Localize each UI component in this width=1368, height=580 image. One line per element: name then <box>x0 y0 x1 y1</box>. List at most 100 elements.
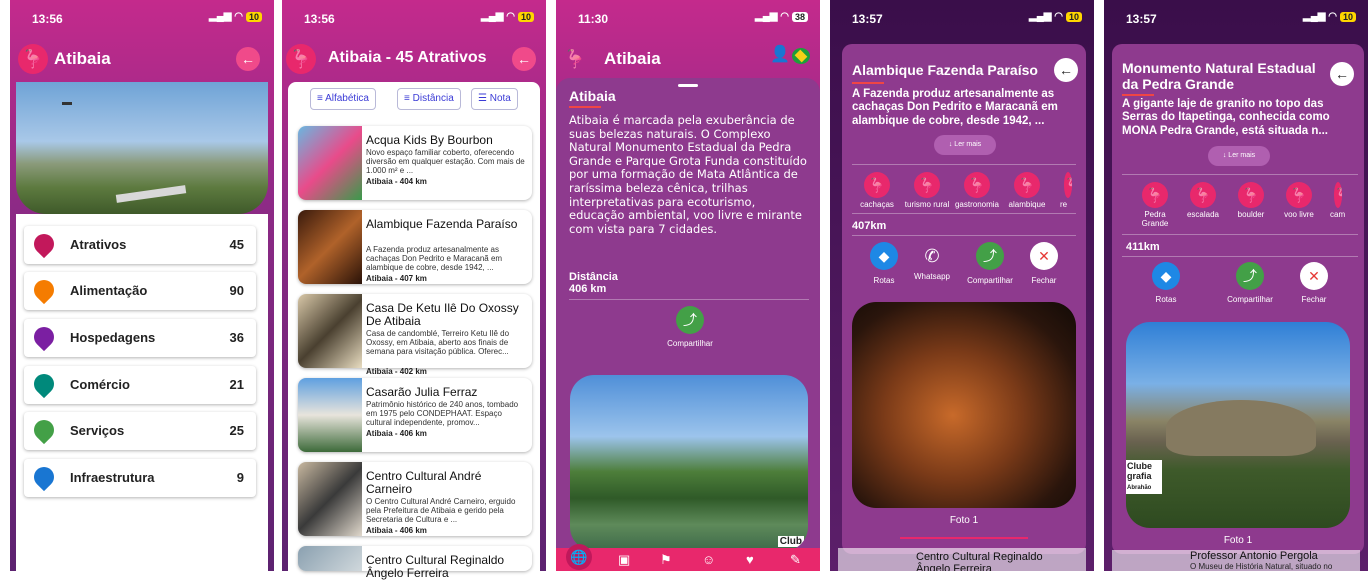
back-button[interactable]: ← <box>512 47 536 71</box>
close-button[interactable]: ✕ <box>1300 262 1328 290</box>
status-bar: 13:57 ▂▄▆ ◠ 10 <box>830 0 1094 34</box>
nav-heart-icon[interactable]: ♥ <box>746 552 754 567</box>
signal-wifi-battery: ▂▄▆ ◠ 10 <box>481 11 534 22</box>
share-button[interactable]: ⤴ <box>676 306 704 334</box>
sort-rating-button[interactable]: ☰ Nota <box>471 88 518 110</box>
category-label: Infraestrutura <box>70 470 155 485</box>
routes-label: Rotas <box>1155 295 1177 304</box>
list-item[interactable]: Acqua Kids By Bourbon Novo espaço famili… <box>298 126 532 200</box>
background-item-title: Professor Antonio Pergola <box>1190 550 1318 562</box>
battery-icon: 38 <box>791 11 808 22</box>
user-icon[interactable]: 👤 <box>770 44 790 64</box>
whatsapp-button[interactable]: ✆ <box>918 242 946 270</box>
flamingo-tag-icon[interactable]: 🦩 <box>1064 172 1072 198</box>
category-comércio[interactable]: Comércio 21 <box>24 366 256 404</box>
tag-label: escalada <box>1186 210 1220 219</box>
phone-screen-attraction-pedra-grande: 13:57 ▂▄▆ ◠ 10 Monumento Natural Estadua… <box>1104 0 1368 571</box>
category-serviços[interactable]: Serviços 25 <box>24 412 256 450</box>
battery-icon: 10 <box>245 11 262 22</box>
sort-alphabetical-button[interactable]: ≡ Alfabética <box>310 88 376 110</box>
routes-button[interactable]: ◆ <box>870 242 898 270</box>
nav-hiking-icon[interactable]: ⚑ <box>660 552 672 568</box>
tag-label: gastronomia <box>954 200 1000 209</box>
brazil-flag-icon[interactable] <box>792 48 810 64</box>
phone-screen-categories: 13:56 ▂▄▆ ◠ 10 🦩 Atibaia ← Atrativos 45 … <box>10 0 274 571</box>
battery-icon: 10 <box>517 11 534 22</box>
detail-heading: Atibaia <box>569 88 616 104</box>
flamingo-tag-icon[interactable]: 🦩 <box>1238 182 1264 208</box>
pedra-grande-photo: Clube grafia Abrahão <box>1126 322 1350 528</box>
item-description: Novo espaço familiar coberto, oferecendo… <box>366 148 525 175</box>
status-time: 11:30 <box>578 12 609 26</box>
phone-screen-attraction-alambique: 13:57 ▂▄▆ ◠ 10 Alambique Fazenda Paraíso… <box>830 0 1094 571</box>
attraction-description: A Fazenda produz artesanalmente as cacha… <box>852 88 1058 127</box>
back-button[interactable]: ← <box>236 47 260 71</box>
item-name: Centro Cultural André Carneiro <box>366 469 482 496</box>
flamingo-tag-icon[interactable]: 🦩 <box>964 172 990 198</box>
alambique-photo <box>852 302 1076 508</box>
share-button[interactable]: ⤴ <box>1236 262 1264 290</box>
item-distance: Atibaia - 406 km <box>366 526 427 535</box>
flamingo-tag-icon[interactable]: 🦩 <box>1142 182 1168 208</box>
lake-photo: Club <box>570 375 808 551</box>
building-icon <box>29 462 59 492</box>
nav-calendar-icon[interactable]: ▣ <box>618 552 630 568</box>
photo-watermark: Clube grafia Abrahão <box>1126 460 1162 494</box>
list-item[interactable]: Casarão Julia Ferraz Patrimônio históric… <box>298 378 532 452</box>
read-more-button[interactable]: ↓ Ler mais <box>934 135 996 155</box>
flamingo-tag-icon[interactable]: 🦩 <box>1190 182 1216 208</box>
list-item[interactable]: Casa De Ketu Ilê Do Oxossy De Atibaia Ca… <box>298 294 532 376</box>
category-infraestrutura[interactable]: Infraestrutura 9 <box>24 459 256 497</box>
nav-globe-icon[interactable]: 🌐 <box>566 544 592 570</box>
flamingo-tag-icon[interactable]: 🦩 <box>1014 172 1040 198</box>
item-thumbnail <box>298 210 362 284</box>
category-atrativos[interactable]: Atrativos 45 <box>24 226 256 264</box>
close-label: Fechar <box>1031 276 1057 285</box>
read-more-button[interactable]: ↓ Ler mais <box>1208 146 1270 166</box>
category-count: 90 <box>229 283 244 298</box>
category-label: Atrativos <box>70 237 127 252</box>
item-distance: Atibaia - 404 km <box>366 177 427 186</box>
flamingo-tag-icon[interactable]: 🦩 <box>1334 182 1342 208</box>
flamingo-logo-icon: 🦩 <box>563 49 587 69</box>
category-count: 21 <box>229 377 244 392</box>
flamingo-tag-icon[interactable]: 🦩 <box>914 172 940 198</box>
tag-label: boulder <box>1237 210 1265 219</box>
item-thumbnail <box>298 462 362 536</box>
page-title: Atibaia <box>54 49 111 68</box>
list-item[interactable]: Alambique Fazenda Paraíso A Fazenda prod… <box>298 210 532 284</box>
list-item[interactable]: Centro Cultural Reginaldo Ângelo Ferreir… <box>298 546 532 580</box>
back-button[interactable]: ← <box>1330 62 1354 86</box>
item-thumbnail <box>298 546 362 571</box>
category-label: Alimentação <box>70 283 148 298</box>
attraction-title: Monumento Natural Estadual da Pedra Gran… <box>1122 60 1316 92</box>
item-name: Alambique Fazenda Paraíso <box>366 217 518 231</box>
routes-button[interactable]: ◆ <box>1152 262 1180 290</box>
sort-icon: ≡ <box>404 93 413 104</box>
whatsapp-label: Whatsapp <box>913 272 951 281</box>
phone-screen-city-detail: 11:30 ▂▄▆ ◠ 38 🦩 Atibaia 👤 Atibaia Atiba… <box>556 0 820 571</box>
flamingo-logo-icon: 🦩 <box>18 44 48 74</box>
category-hospedagens[interactable]: Hospedagens 36 <box>24 319 256 357</box>
tag-label: re <box>1060 200 1068 209</box>
back-button[interactable]: ← <box>1054 58 1078 82</box>
status-time: 13:56 <box>304 12 335 26</box>
sort-icon: ≡ <box>317 93 326 104</box>
flamingo-tag-icon[interactable]: 🦩 <box>1286 182 1312 208</box>
nav-note-icon[interactable]: ✎ <box>790 552 801 568</box>
share-button[interactable]: ⤴ <box>976 242 1004 270</box>
battery-icon: 10 <box>1065 11 1082 22</box>
flamingo-tag-icon[interactable]: 🦩 <box>864 172 890 198</box>
hero-image <box>16 82 268 214</box>
nav-person-icon[interactable]: ☺ <box>702 552 715 567</box>
signal-wifi-battery: ▂▄▆ ◠ 10 <box>1029 11 1082 22</box>
bed-icon <box>29 322 59 352</box>
list-item[interactable]: Centro Cultural André Carneiro O Centro … <box>298 462 532 536</box>
sort-distance-button[interactable]: ≡ Distância <box>397 88 461 110</box>
category-count: 36 <box>229 330 244 345</box>
close-button[interactable]: ✕ <box>1030 242 1058 270</box>
item-description: Patrimônio histórico de 240 anos, tombad… <box>366 400 519 427</box>
item-description: Casa de candomblé, Terreiro Ketu Ilê do … <box>366 329 510 356</box>
category-alimentação[interactable]: Alimentação 90 <box>24 272 256 310</box>
item-distance: Atibaia - 402 km <box>366 367 427 376</box>
